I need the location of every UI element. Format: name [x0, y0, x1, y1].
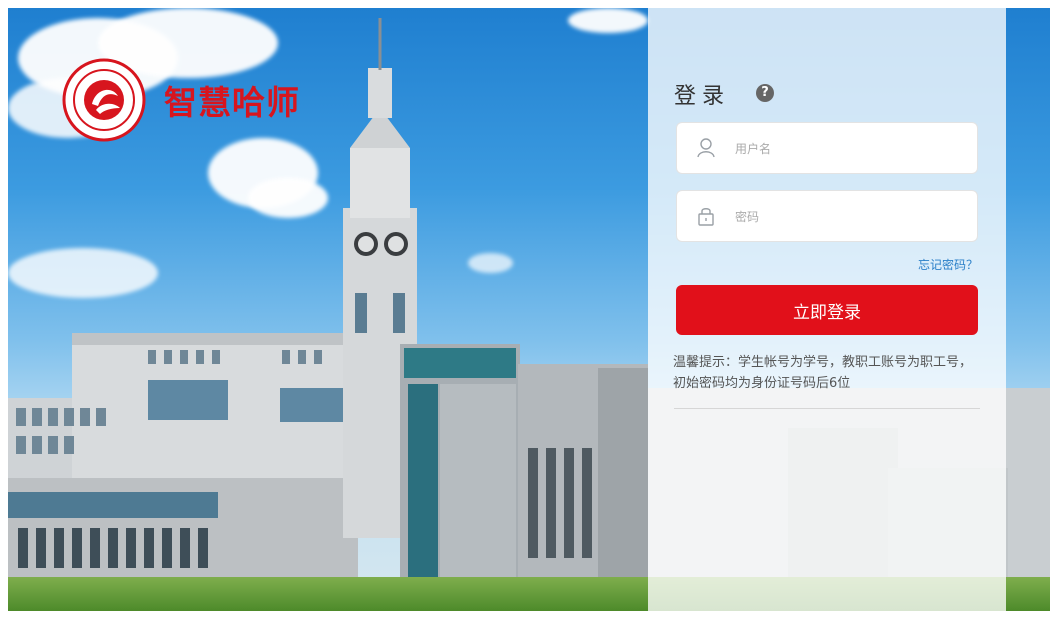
username-input[interactable] [733, 135, 967, 163]
login-title: 登录 [674, 84, 731, 109]
login-button[interactable]: 立即登录 [676, 285, 978, 335]
divider [674, 408, 980, 409]
user-icon [695, 137, 717, 159]
password-field[interactable] [676, 190, 978, 242]
brand-name: 智慧哈师 [164, 83, 300, 122]
password-input[interactable] [733, 203, 967, 231]
login-tip-text: 温馨提示：学生帐号为学号，教职工账号为职工号，初始密码均为身份证号码后6位 [673, 355, 973, 391]
username-field[interactable] [676, 122, 978, 174]
lock-icon [695, 205, 717, 227]
forgot-password-link[interactable]: 忘记密码？ [918, 256, 978, 273]
question-mark-icon[interactable]: ? [756, 84, 774, 102]
university-seal-icon [62, 58, 146, 142]
login-page: 智慧哈师 登录 ? 忘记密码？ 立即登录 温馨提示：学生帐号为学号，教职工账号为… [0, 0, 1058, 619]
